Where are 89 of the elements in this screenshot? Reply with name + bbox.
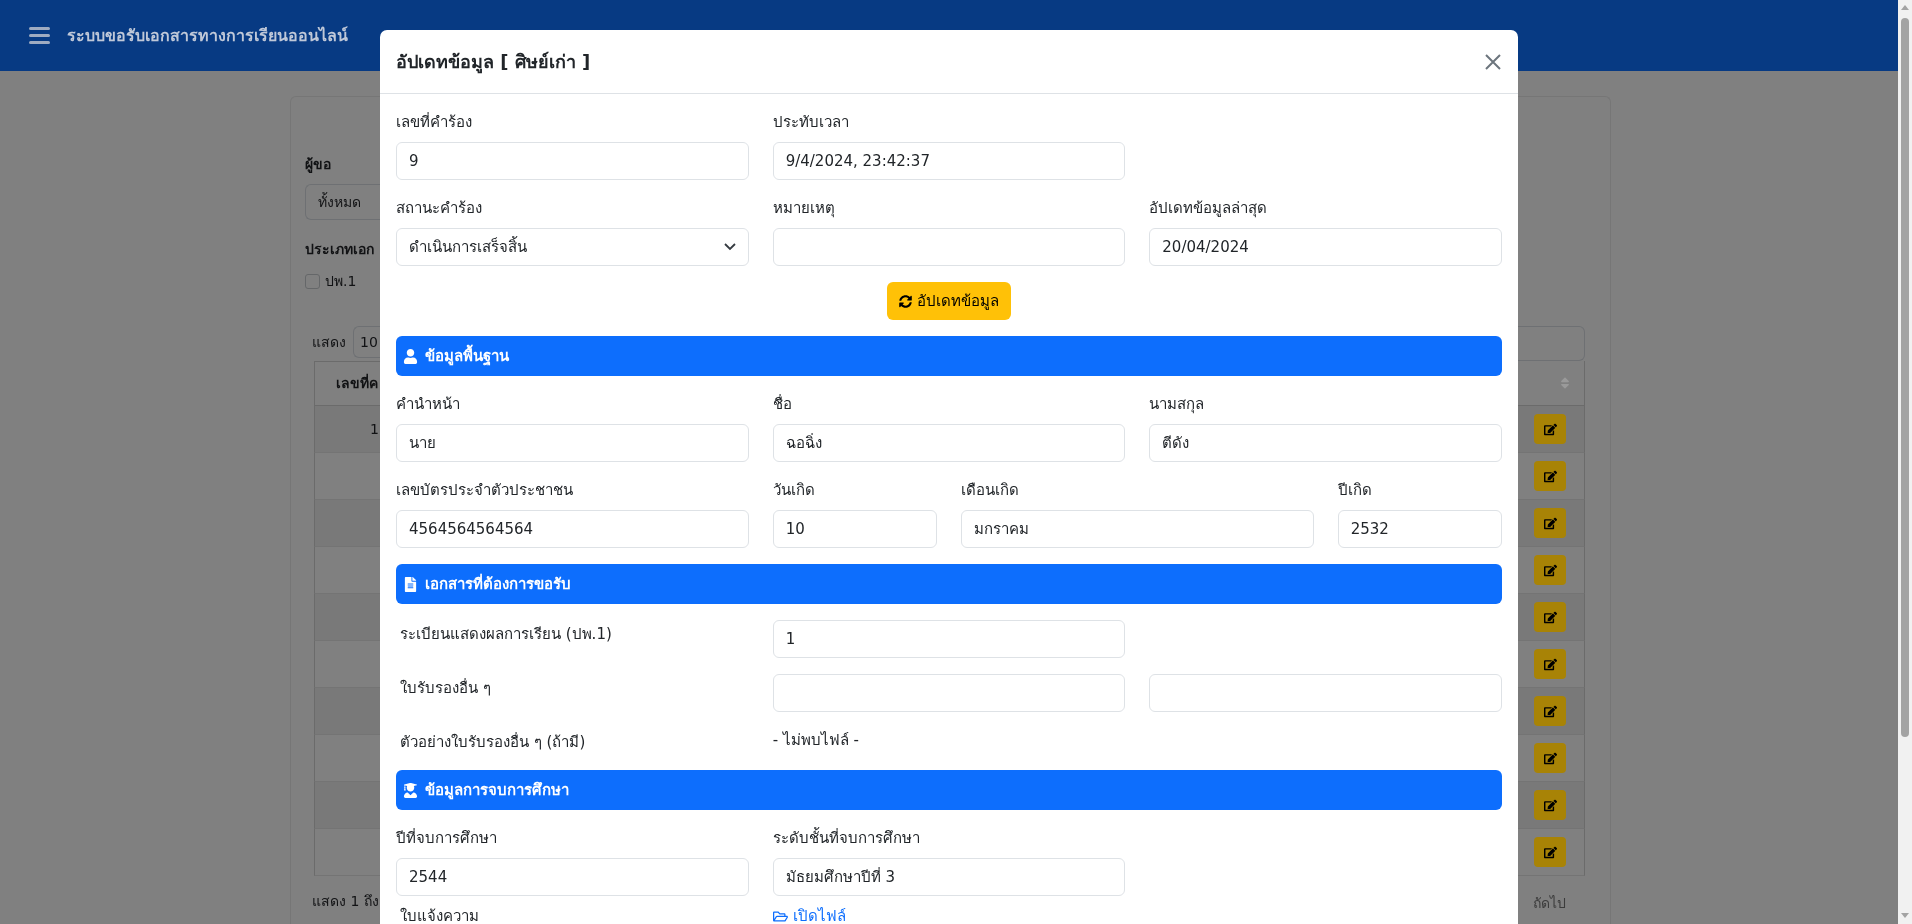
edit-button[interactable]: [1534, 461, 1566, 491]
field-label: วันเกิด: [772, 480, 816, 501]
field-label: ชื่อ: [772, 393, 793, 415]
text-field[interactable]: 2532: [1337, 510, 1502, 548]
field-label: ระดับชั้นที่จบการศึกษา: [772, 826, 921, 849]
section-title: เอกสารที่ต้องการขอรับ: [425, 572, 571, 595]
file-status-text: - ไม่พบไฟล์ -: [772, 730, 860, 751]
edit-icon: [1543, 563, 1557, 577]
dialog-title: อัปเดทข้อมูล [ ศิษย์เก่า ]: [396, 50, 591, 76]
text-field[interactable]: ฉอฉิ่ง: [772, 424, 1126, 462]
person-icon: [403, 348, 418, 364]
graduate-icon: [403, 782, 418, 798]
edit-button[interactable]: [1534, 743, 1566, 773]
text-field[interactable]: 10: [772, 510, 937, 548]
chevron-down-icon: [723, 243, 736, 251]
edit-icon: [1543, 610, 1557, 624]
edit-button[interactable]: [1534, 790, 1566, 820]
field-label: ประทับเวลา: [772, 112, 850, 133]
refresh-icon: [899, 294, 912, 308]
row-label: ใบรับรองอื่น ๆ: [399, 677, 491, 699]
close-icon: [1484, 52, 1502, 71]
edit-icon: [1543, 469, 1557, 483]
document-icon: [403, 576, 418, 592]
text-field[interactable]: นาย: [396, 424, 749, 462]
text-field[interactable]: ตีดัง: [1149, 424, 1502, 462]
row-label: ระเบียนแสดงผลการเรียน (ปพ.1): [399, 624, 612, 645]
row-label: ตัวอย่างใบรับรองอื่น ๆ (ถ้ามี): [399, 731, 586, 753]
edit-button[interactable]: [1534, 649, 1566, 679]
text-field[interactable]: 4564564564564: [396, 510, 749, 548]
text-field[interactable]: 9: [396, 142, 749, 180]
filter-label: ผู้ขอ: [305, 155, 332, 175]
text-field[interactable]: [772, 674, 1126, 712]
edit-button[interactable]: [1534, 837, 1566, 867]
table-cell: 1: [314, 406, 380, 453]
edit-button[interactable]: [1534, 414, 1566, 444]
text-field[interactable]: [772, 228, 1126, 266]
checkbox[interactable]: [305, 273, 320, 289]
text-field[interactable]: 20/04/2024: [1149, 228, 1502, 266]
text-field[interactable]: 1: [772, 620, 1126, 658]
app-title: ระบบขอรับเอกสารทางการเรียนออนไลน์: [67, 25, 348, 47]
edit-button[interactable]: [1534, 602, 1566, 632]
field-label: เดือนเกิด: [961, 480, 1020, 501]
close-button[interactable]: [1484, 52, 1502, 71]
filter-label: ประเภทเอก: [305, 240, 375, 259]
edit-icon: [1543, 422, 1557, 436]
table-cell: [314, 829, 380, 876]
text-field[interactable]: 2544: [396, 858, 749, 896]
edit-icon: [1543, 657, 1557, 671]
field-label: อัปเดทข้อมูลล่าสุด: [1149, 198, 1269, 220]
field-label: ปีเกิด: [1337, 480, 1373, 501]
edit-icon: [1543, 845, 1557, 859]
table-cell: [314, 641, 380, 688]
scrollbar-thumb[interactable]: [1901, 18, 1909, 737]
table-cell: [314, 782, 380, 829]
table-info-text: แสดง 1 ถึง: [311, 892, 380, 911]
edit-button[interactable]: [1534, 508, 1566, 538]
edit-button[interactable]: [1534, 555, 1566, 585]
table-cell: [314, 688, 380, 735]
field-label: เลขที่คำร้อง: [396, 111, 473, 133]
edit-icon: [1543, 516, 1557, 530]
field-label: หมายเหตุ: [772, 198, 836, 220]
menu-icon[interactable]: [29, 27, 50, 44]
text-field[interactable]: มกราคม: [961, 510, 1314, 548]
field-label: เลขบัตรประจำตัวประชาชน: [396, 480, 574, 501]
text-field[interactable]: มัธยมศึกษาปีที่ 3: [772, 858, 1126, 896]
table-cell: [314, 594, 380, 641]
field-label: สถานะคำร้อง: [396, 198, 483, 219]
edit-icon: [1543, 751, 1557, 765]
table-cell: [314, 453, 380, 500]
field-label: ปีที่จบการศึกษา: [396, 827, 498, 849]
table-cell: [314, 735, 380, 782]
update-button[interactable]: อัปเดทข้อมูล: [887, 282, 1011, 320]
field-label: นามสกุล: [1149, 394, 1206, 416]
section-title: ข้อมูลพื้นฐาน: [425, 344, 509, 368]
section-title: ข้อมูลการจบการศึกษา: [425, 780, 569, 802]
edit-icon: [1543, 798, 1557, 812]
checkbox-label: ปพ.1: [325, 272, 357, 291]
table-cell: [314, 500, 380, 547]
open-file-link[interactable]: เปิดไฟล์: [772, 906, 846, 924]
text-field[interactable]: 9/4/2024, 23:42:37: [772, 142, 1126, 180]
field-label: คำนำหน้า: [396, 394, 461, 415]
page-length-label: แสดง: [312, 333, 347, 352]
edit-button[interactable]: [1534, 696, 1566, 726]
scrollbar[interactable]: [1898, 0, 1912, 924]
edit-icon: [1543, 704, 1557, 718]
row-label: ใบแจ้งความ: [399, 906, 479, 924]
status-select[interactable]: ดำเนินการเสร็จสิ้น: [396, 228, 749, 266]
text-field[interactable]: [1149, 674, 1502, 712]
table-cell: [314, 547, 380, 594]
